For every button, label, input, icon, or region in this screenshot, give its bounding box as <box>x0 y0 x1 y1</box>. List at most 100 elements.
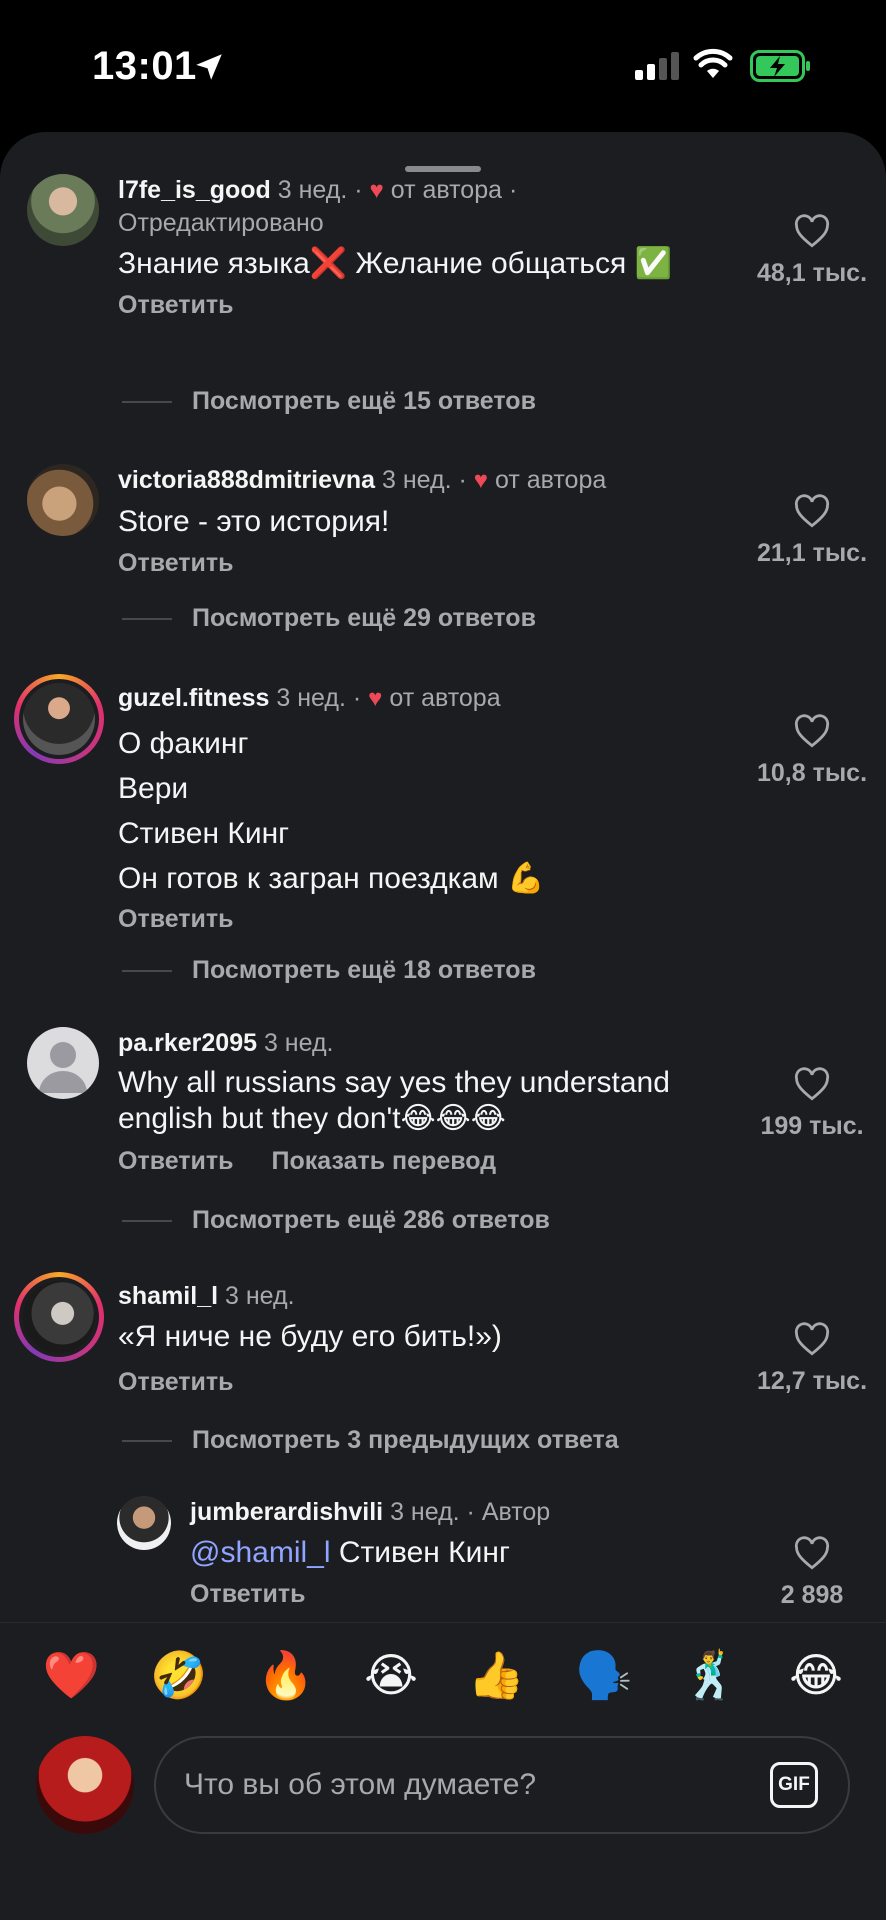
heart-outline-icon[interactable] <box>793 1322 831 1356</box>
reply-button[interactable]: Ответить <box>118 1368 234 1396</box>
divider-line <box>122 401 172 404</box>
avatar[interactable] <box>27 1027 99 1099</box>
comment-meta: pa.rker2095 3 нед. <box>118 1027 736 1059</box>
view-more-replies[interactable]: Посмотреть ещё 29 ответов <box>122 604 536 633</box>
divider-line <box>122 970 172 973</box>
gif-button[interactable]: GIF <box>770 1762 818 1808</box>
comment-line: english but they don't😂😂😂 <box>118 1102 506 1135</box>
emoji-fire[interactable]: 🔥 <box>257 1645 314 1705</box>
heart-outline-icon[interactable] <box>793 1067 831 1101</box>
reply-text-content: Стивен Кинг <box>330 1536 510 1569</box>
current-user-avatar <box>36 1736 134 1834</box>
divider-line <box>122 618 172 621</box>
like-control: 21,1 тыс. <box>752 494 872 568</box>
author-heart-icon: ♥ <box>368 685 383 712</box>
view-more-replies[interactable]: Посмотреть ещё 18 ответов <box>122 956 536 985</box>
comment-body: victoria888dmitrievna 3 нед. · ♥ от авто… <box>118 464 736 578</box>
view-more-replies[interactable]: Посмотреть ещё 15 ответов <box>122 387 536 416</box>
comment-input-placeholder: Что вы об этом думаете? <box>184 1768 537 1801</box>
like-count: 48,1 тыс. <box>756 259 868 287</box>
view-more-replies-label: Посмотреть ещё 286 ответов <box>192 1206 550 1234</box>
avatar <box>23 683 95 755</box>
story-ring[interactable] <box>14 674 104 764</box>
emoji-speaking-head[interactable]: 🗣️ <box>575 1645 632 1705</box>
cellular-signal-icon <box>635 52 679 80</box>
status-time: 13:01 <box>92 44 197 88</box>
comment-username[interactable]: pa.rker2095 <box>118 1029 257 1057</box>
comment-text: Знание языка❌ Желание общаться ✅ <box>118 247 672 280</box>
comment-line: Why all russians say yes they understand <box>118 1066 670 1099</box>
comment-body: shamil_l 3 нед. «Я ниче не буду его бить… <box>118 1280 736 1397</box>
comment-text: Store - это история! <box>118 505 390 538</box>
comment-line: Стивен Кинг <box>118 817 290 850</box>
comment-username[interactable]: victoria888dmitrievna <box>118 466 375 494</box>
wifi-icon <box>693 48 733 78</box>
emoji-thumbs-up[interactable]: 👍 <box>468 1645 525 1705</box>
reply-button[interactable]: Ответить <box>190 1580 306 1608</box>
comment-meta: victoria888dmitrievna 3 нед. · ♥ от авто… <box>118 464 736 497</box>
avatar[interactable] <box>27 464 99 536</box>
reply-meta: jumberardishvili 3 нед. · Автор <box>190 1496 736 1528</box>
default-avatar-icon <box>39 1042 87 1093</box>
heart-outline-icon[interactable] <box>793 714 831 748</box>
view-more-replies-label: Посмотреть ещё 29 ответов <box>192 604 536 632</box>
comment-body: guzel.fitness 3 нед. · ♥ от автора О фак… <box>118 682 736 934</box>
reply-button[interactable]: Ответить <box>118 1147 234 1175</box>
like-count: 12,7 тыс. <box>756 1367 868 1395</box>
comment-body: l7fe_is_good 3 нед. · ♥ от автора · Отре… <box>118 174 736 320</box>
reply-time-author: 3 нед. · Автор <box>383 1498 551 1526</box>
view-previous-replies-label: Посмотреть 3 предыдущих ответа <box>192 1426 619 1454</box>
show-translation-button[interactable]: Показать перевод <box>272 1147 497 1175</box>
comment-time: 3 нед. · <box>269 684 369 712</box>
like-count: 10,8 тыс. <box>756 759 868 787</box>
emoji-heart[interactable]: ❤️ <box>43 1645 100 1705</box>
emoji-dancer[interactable]: 🕺 <box>682 1645 739 1705</box>
comment-username[interactable]: l7fe_is_good <box>118 176 271 204</box>
avatar[interactable] <box>27 174 99 246</box>
author-heart-icon: ♥ <box>369 177 384 204</box>
comment-body: pa.rker2095 3 нед. Why all russians say … <box>118 1027 736 1176</box>
comment-line: О факинг <box>118 727 249 760</box>
comment-meta: l7fe_is_good 3 нед. · ♥ от автора · <box>118 174 736 207</box>
comment-username[interactable]: shamil_l <box>118 1282 218 1310</box>
heart-outline-icon[interactable] <box>793 494 831 528</box>
comment-input[interactable]: Что вы об этом думаете? GIF <box>154 1736 850 1834</box>
comment-text: О факинг Вери Стивен Кинг Он готов к заг… <box>118 721 736 901</box>
like-control: 10,8 тыс. <box>752 714 872 788</box>
heart-outline-icon[interactable] <box>793 1536 831 1570</box>
edited-label: Отредактировано <box>118 209 324 237</box>
mention-link[interactable]: @shamil_l <box>190 1536 331 1569</box>
avatar <box>23 1281 95 1353</box>
comment-time: 3 нед. · <box>375 466 474 494</box>
comment-time: 3 нед. · <box>270 176 370 204</box>
heart-outline-icon[interactable] <box>793 214 831 248</box>
view-previous-replies[interactable]: Посмотреть 3 предыдущих ответа <box>122 1426 619 1455</box>
emoji-rofl[interactable]: 🤣 <box>150 1645 207 1705</box>
reply-button[interactable]: Ответить <box>118 291 234 319</box>
like-control: 48,1 тыс. <box>752 214 872 288</box>
emoji-crying[interactable]: 😭 <box>364 1645 418 1705</box>
like-count: 199 тыс. <box>760 1112 864 1140</box>
author-heart-icon: ♥ <box>473 467 489 494</box>
author-liked-label: от автора · <box>383 176 518 204</box>
comment-time: 3 нед. <box>218 1282 295 1310</box>
reply-username[interactable]: jumberardishvili <box>190 1498 383 1526</box>
avatar[interactable] <box>117 1496 171 1550</box>
story-ring[interactable] <box>14 1272 104 1362</box>
comment-username[interactable]: guzel.fitness <box>118 684 269 712</box>
view-more-replies-label: Посмотреть ещё 15 ответов <box>192 387 536 415</box>
reply-button[interactable]: Ответить <box>118 549 234 577</box>
like-count: 2 898 <box>780 1581 844 1609</box>
reply-button[interactable]: Ответить <box>118 905 234 933</box>
view-more-replies[interactable]: Посмотреть ещё 286 ответов <box>122 1206 550 1235</box>
comment-text: Why all russians say yes they understand… <box>118 1065 736 1137</box>
like-control: 2 898 <box>752 1536 872 1610</box>
sheet-grabber[interactable] <box>405 166 481 172</box>
location-arrow-icon <box>196 54 222 80</box>
comment-time: 3 нед. <box>257 1029 334 1057</box>
comment-text: «Я ниче не буду его бить!») <box>118 1320 502 1353</box>
emoji-tears-of-joy[interactable]: 😂 <box>789 1645 843 1705</box>
author-liked-label: от автора <box>488 466 607 494</box>
like-count: 21,1 тыс. <box>756 539 868 567</box>
emoji-bar-divider <box>0 1622 886 1623</box>
